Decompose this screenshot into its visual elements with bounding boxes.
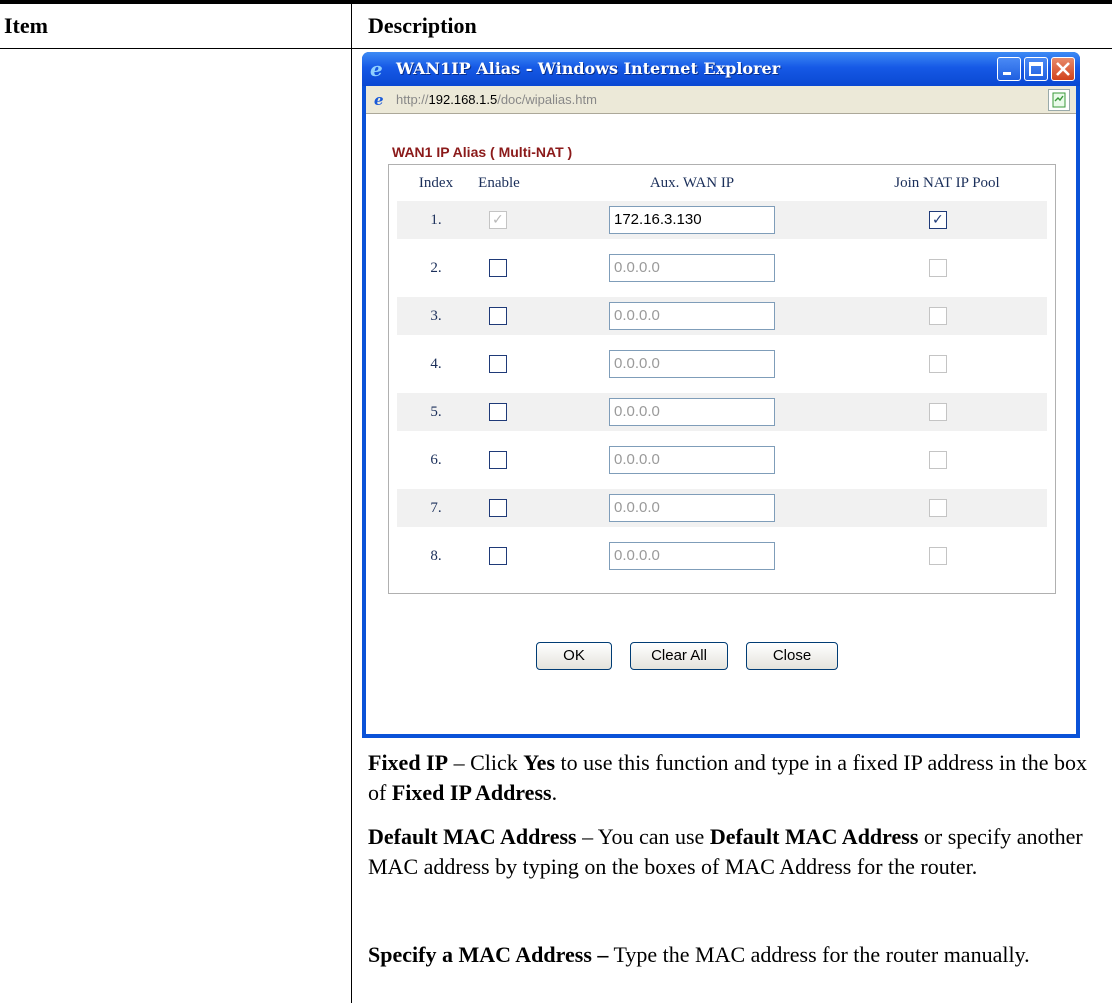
aux-wan-ip-input[interactable]: 0.0.0.0 <box>609 302 775 330</box>
specify-mac-text-1: Type the MAC address for the router manu… <box>608 942 1030 967</box>
column-header-description: Description <box>368 13 477 38</box>
close-icon <box>1056 62 1070 76</box>
row-index: 6. <box>430 452 442 468</box>
fixed-ip-text-1: – Click <box>448 750 524 775</box>
minimize-button[interactable] <box>997 57 1021 81</box>
alias-row: 5. 0.0.0.0 <box>397 393 1047 431</box>
address-url[interactable]: http://192.168.1.5/doc/wipalias.htm <box>396 90 597 110</box>
aux-wan-ip-input[interactable]: 0.0.0.0 <box>609 398 775 426</box>
default-mac-term: Default MAC Address <box>368 824 577 849</box>
ie-window: e WAN1IP Alias - Windows Internet Explor… <box>362 52 1080 738</box>
default-mac-description: Default MAC Address – You can use Defaul… <box>368 822 1088 882</box>
alias-table-header: Index Enable Aux. WAN IP Join NAT IP Poo… <box>389 165 1055 201</box>
specify-mac-term: Specify a MAC Address – <box>368 942 609 967</box>
fixed-ip-yes: Yes <box>523 750 556 775</box>
window-bottom-edge <box>366 734 1076 738</box>
clear-all-button[interactable]: Clear All <box>630 642 728 670</box>
enable-checkbox[interactable] <box>489 499 507 517</box>
row-index: 4. <box>430 356 442 372</box>
enable-checkbox[interactable] <box>489 403 507 421</box>
join-nat-ip-pool-checkbox <box>929 259 947 277</box>
enable-checkbox[interactable] <box>489 355 507 373</box>
aux-wan-ip-input[interactable]: 0.0.0.0 <box>609 350 775 378</box>
default-mac-text-1: – You can use <box>576 824 710 849</box>
enable-checkbox: ✓ <box>489 211 507 229</box>
check-icon: ✓ <box>492 212 504 228</box>
check-icon: ✓ <box>932 212 944 228</box>
enable-checkbox[interactable] <box>489 259 507 277</box>
header-aux-wan-ip: Aux. WAN IP <box>649 175 735 191</box>
header-index: Index <box>418 175 454 191</box>
enable-checkbox[interactable] <box>489 451 507 469</box>
join-nat-ip-pool-checkbox <box>929 547 947 565</box>
join-nat-ip-pool-checkbox <box>929 499 947 517</box>
alias-row: 4. 0.0.0.0 <box>397 345 1047 383</box>
aux-wan-ip-input[interactable]: 172.16.3.130 <box>609 206 775 234</box>
header-enable: Enable <box>478 175 520 191</box>
table-column-rule <box>351 4 352 1003</box>
page-icon: e <box>374 91 384 109</box>
join-nat-ip-pool-checkbox[interactable]: ✓ <box>929 211 947 229</box>
table-header-rule <box>0 48 1112 49</box>
row-index: 7. <box>430 500 442 516</box>
aux-wan-ip-input[interactable]: 0.0.0.0 <box>609 494 775 522</box>
alias-row: 6. 0.0.0.0 <box>397 441 1047 479</box>
enable-checkbox[interactable] <box>489 307 507 325</box>
specify-mac-description: Specify a MAC Address – Type the MAC add… <box>368 940 1088 970</box>
dialog-title: WAN1 IP Alias ( Multi-NAT ) <box>392 144 573 160</box>
fixed-ip-term: Fixed IP <box>368 750 449 775</box>
alias-row: 3. 0.0.0.0 <box>397 297 1047 335</box>
enable-checkbox[interactable] <box>489 547 507 565</box>
url-host: 192.168.1.5 <box>428 92 498 107</box>
close-window-button[interactable] <box>1051 57 1075 81</box>
url-prefix: http:// <box>396 92 429 107</box>
minimize-icon <box>1003 72 1011 75</box>
certificate-icon[interactable] <box>1048 89 1070 111</box>
certificate-glyph <box>1052 92 1066 108</box>
row-index: 8. <box>430 548 442 564</box>
row-index: 2. <box>430 260 442 276</box>
ie-logo-icon: e <box>370 57 383 81</box>
window-title: WAN1IP Alias - Windows Internet Explorer <box>396 59 781 78</box>
join-nat-ip-pool-checkbox <box>929 403 947 421</box>
fixed-ip-text-3: . <box>551 780 558 805</box>
address-bar[interactable]: e http://192.168.1.5/doc/wipalias.htm <box>366 86 1076 114</box>
fixed-ip-address-term: Fixed IP Address <box>391 780 552 805</box>
alias-row: 8. 0.0.0.0 <box>397 537 1047 575</box>
row-index: 5. <box>430 404 442 420</box>
aux-wan-ip-input[interactable]: 0.0.0.0 <box>609 254 775 282</box>
alias-table: Index Enable Aux. WAN IP Join NAT IP Poo… <box>388 164 1056 594</box>
join-nat-ip-pool-checkbox <box>929 355 947 373</box>
join-nat-ip-pool-checkbox <box>929 307 947 325</box>
row-index: 3. <box>430 308 442 324</box>
maximize-icon <box>1029 62 1043 76</box>
column-header-item: Item <box>4 13 48 38</box>
row-index: 1. <box>430 212 442 228</box>
default-mac-bold: Default MAC Address <box>709 824 919 849</box>
join-nat-ip-pool-checkbox <box>929 451 947 469</box>
aux-wan-ip-input[interactable]: 0.0.0.0 <box>609 446 775 474</box>
close-button[interactable]: Close <box>746 642 838 670</box>
alias-row: 7. 0.0.0.0 <box>397 489 1047 527</box>
header-join-nat-ip-pool: Join NAT IP Pool <box>894 175 1000 191</box>
aux-wan-ip-input[interactable]: 0.0.0.0 <box>609 542 775 570</box>
window-titlebar[interactable]: e WAN1IP Alias - Windows Internet Explor… <box>362 52 1080 86</box>
alias-row: 2. 0.0.0.0 <box>397 249 1047 287</box>
url-path: /doc/wipalias.htm <box>497 92 597 107</box>
ok-button[interactable]: OK <box>536 642 612 670</box>
fixed-ip-description: Fixed IP – Click Yes to use this functio… <box>368 748 1088 808</box>
maximize-button[interactable] <box>1024 57 1048 81</box>
alias-row: 1. ✓ 172.16.3.130 ✓ <box>397 201 1047 239</box>
